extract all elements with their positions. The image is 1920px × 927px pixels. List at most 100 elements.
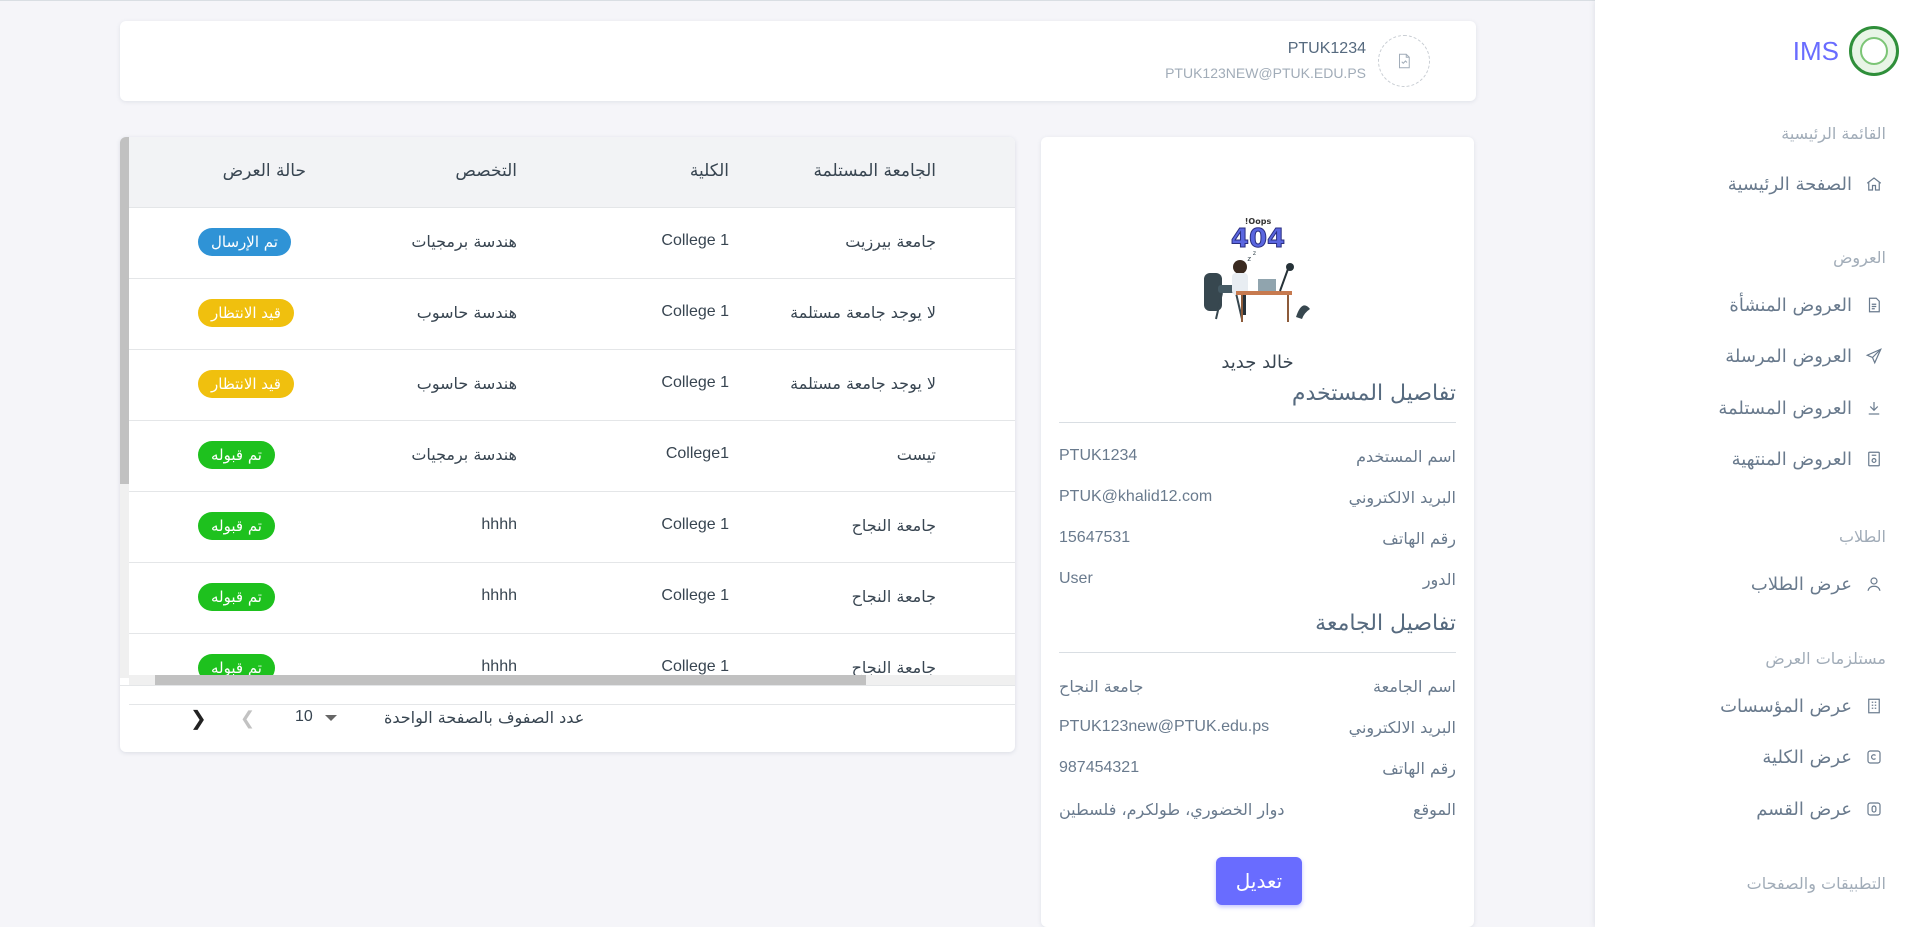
detail-label: الموقع bbox=[1413, 800, 1456, 819]
scrollbar-thumb[interactable] bbox=[155, 675, 866, 685]
sidebar-item-label: عرض المؤسسات bbox=[1720, 695, 1852, 717]
status-badge: قيد الانتظار bbox=[198, 370, 294, 398]
status-badge: تم الإرسال bbox=[198, 228, 291, 256]
detail-value: 987454321 bbox=[1059, 759, 1140, 776]
sidebar-item-label: العروض المستلمة bbox=[1718, 397, 1852, 419]
profile-card: Oops! 404 z z خالد جديد تفاصيل المستخدم … bbox=[1041, 137, 1474, 927]
table-cell-college: College 1 bbox=[661, 516, 729, 533]
detail-value: 15647531 bbox=[1059, 529, 1131, 546]
sidebar-item[interactable]: العروض المنتهية bbox=[1732, 447, 1920, 471]
svg-text:z: z bbox=[1247, 255, 1251, 263]
detail-label: رقم الهاتف bbox=[1382, 759, 1456, 778]
table-header: الجامعة المستلمة الكلية التخصص حالة العر… bbox=[129, 137, 1015, 208]
svg-text:404: 404 bbox=[1231, 224, 1285, 254]
detail-label: اسم المستخدم bbox=[1356, 447, 1456, 466]
table-cell-major: هندسة برمجيات bbox=[411, 232, 517, 251]
status-badge: تم قبوله bbox=[198, 441, 275, 469]
horizontal-scrollbar[interactable] bbox=[129, 675, 1015, 685]
college-icon bbox=[1864, 747, 1884, 767]
detail-row: الدور User bbox=[1059, 570, 1456, 592]
menu-section-header: التطبيقات والصفحات bbox=[1746, 874, 1886, 893]
divider bbox=[1059, 652, 1456, 653]
detail-label: اسم الجامعة bbox=[1373, 677, 1456, 696]
table-cell-major: هندسة برمجيات bbox=[411, 445, 517, 464]
table-cell-major: هندسة حاسوب bbox=[416, 374, 517, 393]
sidebar-item-label: عرض الطلاب bbox=[1750, 573, 1852, 595]
table-cell-college: College 1 bbox=[661, 232, 729, 249]
table-cell-college: College 1 bbox=[661, 658, 729, 675]
table-cell-major: hhhh bbox=[481, 658, 517, 675]
svg-text:z: z bbox=[1253, 250, 1256, 257]
column-header[interactable]: الكلية bbox=[690, 161, 729, 181]
broken-image-icon bbox=[1399, 53, 1410, 69]
table-row[interactable]: جامعة النجاح College 1 hhhh تم قبوله bbox=[129, 492, 1015, 563]
menu-section-header: القائمة الرئيسية bbox=[1781, 124, 1886, 143]
detail-label: البريد الالكتروني bbox=[1348, 488, 1456, 507]
table-cell-college: College 1 bbox=[661, 374, 729, 391]
detail-row: رقم الهاتف 987454321 bbox=[1059, 759, 1456, 781]
send-icon bbox=[1864, 346, 1884, 366]
university-logo bbox=[1849, 26, 1899, 76]
chevron-down-icon[interactable] bbox=[325, 715, 337, 721]
detail-row: البريد الالكتروني PTUK@khalid12.com bbox=[1059, 488, 1456, 510]
vertical-scrollbar[interactable] bbox=[120, 137, 129, 678]
user-icon bbox=[1864, 574, 1884, 594]
table-cell-college: College1 bbox=[665, 445, 729, 462]
detail-row: اسم المستخدم PTUK1234 bbox=[1059, 447, 1456, 469]
table-cell-major: هندسة حاسوب bbox=[416, 303, 517, 322]
chevron-right-icon[interactable]: ❯ bbox=[190, 706, 207, 730]
column-header[interactable]: الجامعة المستلمة bbox=[814, 161, 936, 181]
navbar-email: PTUK123NEW@PTUK.EDU.PS bbox=[1165, 65, 1366, 81]
sidebar-item[interactable]: العروض المرسلة bbox=[1725, 344, 1920, 368]
sidebar-item[interactable]: العروض المستلمة bbox=[1718, 396, 1920, 420]
table-cell-major: hhhh bbox=[481, 587, 517, 604]
brand[interactable]: IMS bbox=[1595, 0, 1920, 78]
detail-row: الموقع دوار الخضوري، طولكرم، فلسطين bbox=[1059, 800, 1456, 822]
certificate-icon bbox=[1864, 449, 1884, 469]
sidebar-item[interactable]: الصفحة الرئيسية bbox=[1728, 172, 1920, 196]
status-badge: قيد الانتظار bbox=[198, 299, 294, 327]
table-row[interactable]: تيست College1 هندسة برمجيات تم قبوله bbox=[129, 421, 1015, 492]
sidebar-item-label: عرض القسم bbox=[1756, 798, 1852, 820]
error-404-illustration: Oops! 404 z z bbox=[1204, 215, 1310, 322]
top-navbar: PTUK1234 PTUK123NEW@PTUK.EDU.PS bbox=[120, 21, 1476, 101]
detail-value: PTUK@khalid12.com bbox=[1059, 488, 1213, 505]
sidebar-item[interactable]: عرض الطلاب bbox=[1751, 572, 1920, 596]
edit-button[interactable]: تعديل bbox=[1216, 857, 1302, 905]
table-row[interactable]: لا يوجد جامعة مستلمة College 1 هندسة حاسوب… bbox=[129, 350, 1015, 421]
column-header[interactable]: التخصص bbox=[455, 161, 517, 181]
sidebar-item-label: العروض المرسلة bbox=[1725, 345, 1852, 367]
detail-label: رقم الهاتف bbox=[1382, 529, 1456, 548]
sidebar-item[interactable]: عرض المؤسسات bbox=[1720, 694, 1920, 718]
chevron-left-icon[interactable]: ❮ bbox=[240, 708, 255, 729]
user-avatar[interactable] bbox=[1378, 35, 1430, 87]
table-row[interactable]: لا يوجد جامعة مستلمة College 1 هندسة حاسوب… bbox=[129, 279, 1015, 350]
table-cell-university: تيست bbox=[896, 445, 936, 464]
sidebar: IMS القائمة الرئيسية الصفحة الرئيسية العرو… bbox=[1595, 0, 1920, 927]
scrollbar-thumb[interactable] bbox=[120, 137, 129, 484]
sidebar-item-label: العروض المنتهية bbox=[1731, 448, 1852, 470]
university-details-title: تفاصيل الجامعة bbox=[1315, 611, 1456, 636]
sidebar-item-label: عرض الكلية bbox=[1762, 746, 1852, 768]
table-row[interactable]: جامعة بيرزيت College 1 هندسة برمجيات تم الإ… bbox=[129, 208, 1015, 279]
sidebar-item[interactable]: عرض الكلية bbox=[1762, 745, 1920, 769]
detail-value: دوار الخضوري، طولكرم، فلسطين bbox=[1059, 800, 1285, 819]
status-badge: تم قبوله bbox=[198, 583, 275, 611]
user-details-title: تفاصيل المستخدم bbox=[1291, 381, 1456, 406]
table-row[interactable]: جامعة النجاح College 1 hhhh تم قبوله bbox=[129, 563, 1015, 634]
detail-label: البريد الالكتروني bbox=[1348, 718, 1456, 737]
rows-per-page-select[interactable]: 10 bbox=[295, 708, 313, 726]
table-cell-university: لا يوجد جامعة مستلمة bbox=[790, 303, 936, 322]
detail-value: PTUK123new@PTUK.edu.ps bbox=[1059, 718, 1270, 735]
menu-section-header: مستلزمات العرض bbox=[1765, 649, 1886, 668]
table-cell-university: جامعة النجاح bbox=[851, 587, 936, 606]
building-icon bbox=[1864, 696, 1884, 716]
sidebar-item[interactable]: عرض القسم bbox=[1756, 797, 1920, 821]
column-header[interactable]: حالة العرض bbox=[223, 161, 306, 181]
rows-per-page-label: عدد الصفوف بالصفحة الواحدة bbox=[384, 708, 585, 727]
document-icon bbox=[1864, 295, 1884, 315]
status-badge: تم قبوله bbox=[198, 512, 275, 540]
detail-value: PTUK1234 bbox=[1059, 447, 1138, 464]
detail-row: اسم الجامعة جامعة النجاح bbox=[1059, 677, 1456, 699]
sidebar-item[interactable]: العروض المنشأة bbox=[1729, 293, 1920, 317]
